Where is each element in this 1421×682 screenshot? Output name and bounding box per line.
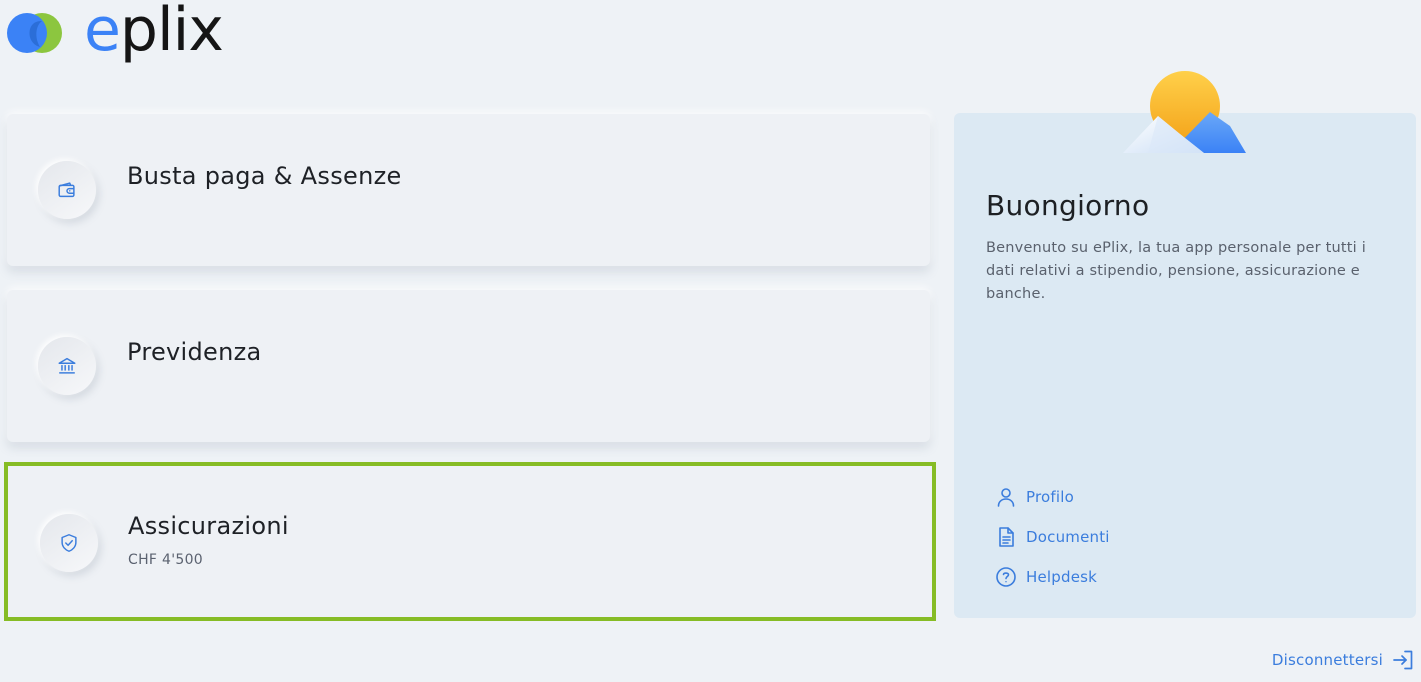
card-icon-circle xyxy=(38,161,96,219)
wordmark-rest: plix xyxy=(119,0,224,65)
logout-label: Disconnettersi xyxy=(1271,651,1383,669)
document-icon xyxy=(999,527,1014,547)
greeting-title: Buongiorno xyxy=(986,189,1150,222)
card-title: Busta paga & Assenze xyxy=(127,162,402,190)
welcome-text: Benvenuto su ePlix, la tua app personale… xyxy=(986,240,1366,302)
card-busta-paga[interactable]: Busta paga & Assenze xyxy=(7,114,930,266)
card-title: Assicurazioni xyxy=(128,512,289,540)
logout-icon xyxy=(1393,650,1413,670)
card-previdenza[interactable]: Previdenza xyxy=(7,290,930,442)
helpdesk-link[interactable]: Helpdesk xyxy=(994,557,1110,597)
logout-button[interactable]: Disconnettersi xyxy=(1272,648,1415,672)
eplix-logo-mark-icon xyxy=(7,13,62,53)
helpdesk-link-label: Helpdesk xyxy=(1026,568,1098,586)
bank-icon xyxy=(58,357,76,374)
eplix-wordmark: eplix xyxy=(84,0,224,60)
shield-check-icon xyxy=(61,534,77,552)
wordmark-e: e xyxy=(84,0,121,65)
wallet-icon xyxy=(58,182,75,198)
profile-link[interactable]: Profilo xyxy=(994,477,1110,517)
panel-links: Profilo Documenti Helpdesk xyxy=(994,477,1110,597)
welcome-panel: Buongiorno Benvenuto su ePlix, la tua ap… xyxy=(954,113,1416,618)
documents-link[interactable]: Documenti xyxy=(994,517,1110,557)
eplix-logo[interactable]: eplix xyxy=(6,0,224,60)
user-icon xyxy=(997,488,1015,507)
card-icon-circle xyxy=(38,337,96,395)
help-icon xyxy=(996,567,1016,587)
card-assicurazioni[interactable]: Assicurazioni CHF 4'500 xyxy=(4,462,936,621)
card-title: Previdenza xyxy=(127,338,262,366)
card-icon-circle xyxy=(40,514,98,572)
sun-mountains-icon xyxy=(1123,71,1246,153)
documents-link-label: Documenti xyxy=(1026,528,1110,546)
card-amount: CHF 4'500 xyxy=(128,552,203,568)
profile-link-label: Profilo xyxy=(1026,488,1074,506)
